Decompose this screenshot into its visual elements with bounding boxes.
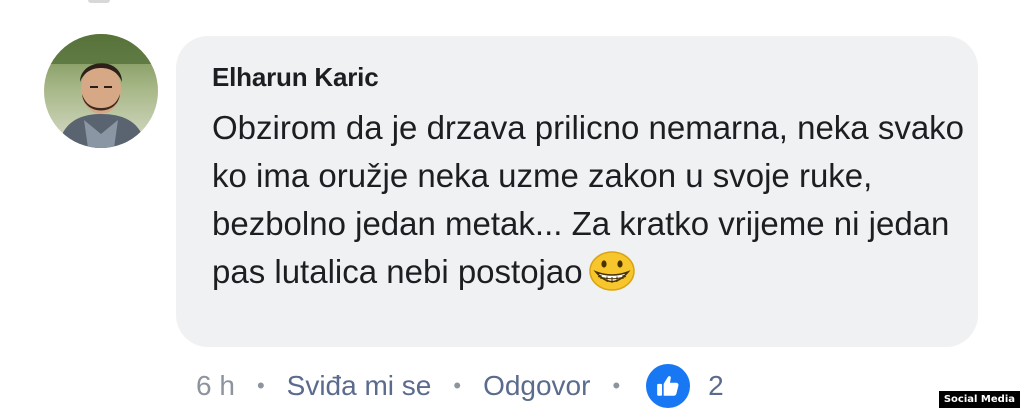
reaction-count[interactable]: 2 — [708, 370, 724, 402]
watermark: Social Media — [938, 391, 1020, 408]
separator-dot: • — [453, 373, 462, 398]
separator-dot: • — [256, 373, 265, 398]
comment-timestamp[interactable]: 6 h — [196, 370, 235, 402]
grinning-face-emoji-icon — [588, 251, 635, 304]
comment-bubble: Elharun Karic Obzirom da je drzava prili… — [176, 36, 978, 347]
avatar[interactable] — [44, 34, 158, 148]
comment-actions: 6 h • Sviđa mi se • Odgovor • 2 — [196, 364, 724, 408]
reply-button[interactable]: Odgovor — [483, 370, 590, 402]
separator-dot: • — [612, 373, 621, 398]
previous-content-edge — [88, 0, 110, 3]
like-button[interactable]: Sviđa mi se — [287, 370, 432, 402]
comment-author[interactable]: Elharun Karic — [212, 62, 379, 93]
comment-text-block: Obzirom da je drzava prilicno nemarna, n… — [212, 104, 972, 304]
thumbs-up-icon[interactable] — [646, 364, 691, 408]
